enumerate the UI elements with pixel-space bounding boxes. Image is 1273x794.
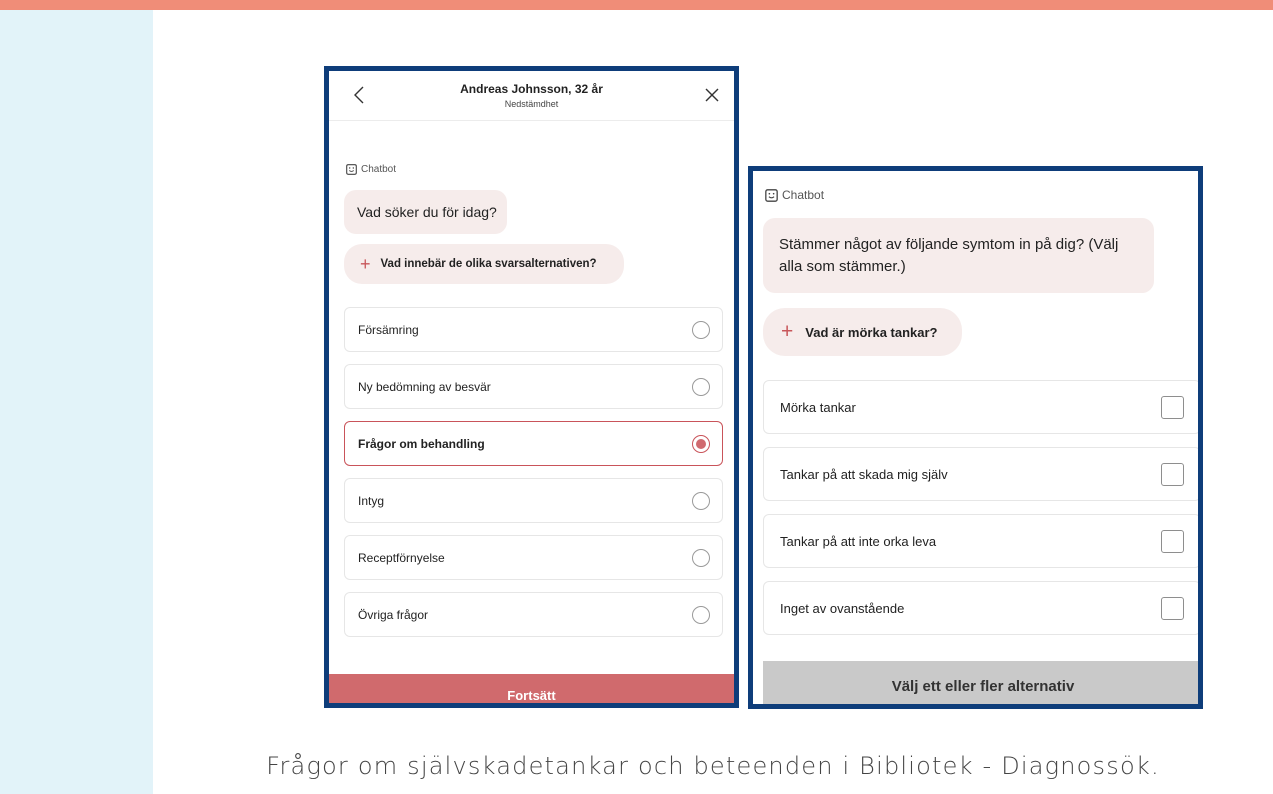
option-label: Mörka tankar <box>780 399 856 415</box>
figure-caption: Frågor om självskadetankar och beteenden… <box>266 752 1160 780</box>
option-morka-tankar[interactable]: Mörka tankar <box>763 380 1198 434</box>
checkbox[interactable] <box>1161 530 1184 553</box>
option-intyg[interactable]: Intyg <box>344 478 723 523</box>
checkbox[interactable] <box>1161 597 1184 620</box>
option-label: Intyg <box>358 493 385 508</box>
info-expand-button[interactable]: + Vad är mörka tankar? <box>763 308 962 356</box>
continue-button[interactable]: Fortsätt <box>329 674 734 703</box>
chatbot-label-text: Chatbot <box>361 164 397 175</box>
option-label: Ny bedömning av besvär <box>358 379 491 394</box>
option-label: Försämring <box>358 322 419 337</box>
option-fragor-om-behandling[interactable]: Frågor om behandling <box>344 421 723 466</box>
option-label: Receptförnyelse <box>358 550 445 565</box>
chatbot-label-text: Chatbot <box>782 188 825 202</box>
radio-button-selected[interactable] <box>692 435 710 453</box>
chat-question-bubble: Vad söker du för idag? <box>344 190 507 234</box>
plus-icon: + <box>360 253 371 274</box>
option-inget-av-ovanstaende[interactable]: Inget av ovanstående <box>763 581 1198 635</box>
option-label: Frågor om behandling <box>358 436 485 451</box>
option-ny-bedomning[interactable]: Ny bedömning av besvär <box>344 364 723 409</box>
option-receptfornyelse[interactable]: Receptförnyelse <box>344 535 723 580</box>
option-label: Tankar på att skada mig själv <box>780 466 948 482</box>
info-expand-label: Vad innebär de olika svarsalternativen? <box>380 258 597 270</box>
option-skada-mig-sjalv[interactable]: Tankar på att skada mig själv <box>763 447 1198 501</box>
screenshot-left-panel: Andreas Johnsson, 32 år Nedstämdhet Chat… <box>324 66 739 708</box>
radio-button[interactable] <box>692 549 710 567</box>
radio-button[interactable] <box>692 321 710 339</box>
chatbot-icon <box>765 188 778 202</box>
option-label: Tankar på att inte orka leva <box>780 533 937 549</box>
chat-question-bubble: Stämmer något av följande symtom in på d… <box>763 218 1154 293</box>
chatbot-label: Chatbot <box>765 188 824 202</box>
close-icon[interactable] <box>701 84 723 106</box>
choose-option-button[interactable]: Välj ett eller fler alternativ <box>763 661 1198 704</box>
option-forsamring[interactable]: Försämring <box>344 307 723 352</box>
top-accent-bar <box>0 0 1273 10</box>
radio-button[interactable] <box>692 378 710 396</box>
plus-icon: + <box>781 320 794 343</box>
side-strip <box>0 10 153 794</box>
option-inte-orka-leva[interactable]: Tankar på att inte orka leva <box>763 514 1198 568</box>
radio-button[interactable] <box>692 492 710 510</box>
header: Andreas Johnsson, 32 år Nedstämdhet <box>329 71 734 121</box>
screenshot-right-panel: Chatbot Stämmer något av följande symtom… <box>748 166 1203 709</box>
radio-button[interactable] <box>692 606 710 624</box>
info-expand-label: Vad är mörka tankar? <box>805 324 938 340</box>
checkbox[interactable] <box>1161 463 1184 486</box>
option-label: Övriga frågor <box>358 607 429 622</box>
patient-condition: Nedstämdhet <box>504 99 559 109</box>
patient-name: Andreas Johnsson, 32 år <box>460 82 603 96</box>
info-expand-button[interactable]: + Vad innebär de olika svarsalternativen… <box>344 244 624 284</box>
checkbox[interactable] <box>1161 396 1184 419</box>
chatbot-icon <box>346 164 357 175</box>
chatbot-label: Chatbot <box>346 164 396 175</box>
option-label: Inget av ovanstående <box>780 600 905 616</box>
option-ovriga-fragor[interactable]: Övriga frågor <box>344 592 723 637</box>
